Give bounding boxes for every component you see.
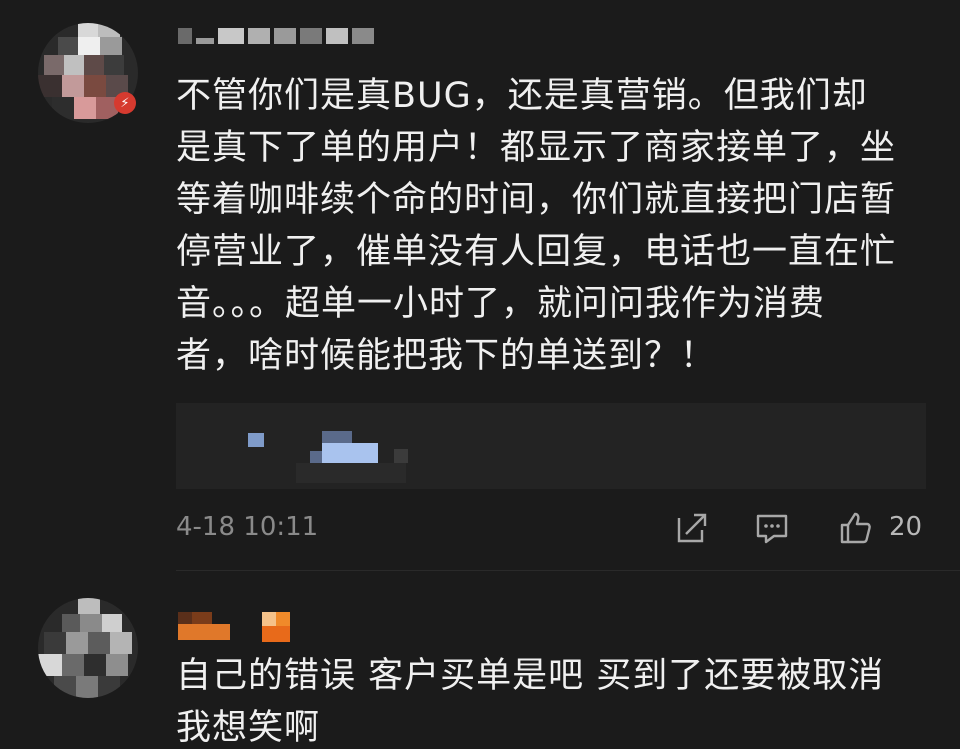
avatar[interactable]	[38, 598, 138, 698]
divider	[176, 570, 960, 571]
username-1[interactable]	[178, 25, 374, 47]
comment-icon[interactable]	[754, 510, 790, 546]
share-icon[interactable]	[674, 510, 710, 546]
like-icon[interactable]	[838, 510, 874, 546]
comment-text-1: 不管你们是真BUG，还是真营销。但我们却 是真下了单的用户！都显示了商家接单了，…	[176, 76, 897, 376]
comment-text-2: 自己的错误 客户买单是吧 买到了还要被取消 我想笑啊	[176, 656, 885, 748]
like-count: 20	[889, 512, 923, 542]
reference-card[interactable]	[176, 403, 926, 489]
comment-meta-1: 4-18 10:11 20	[176, 508, 926, 548]
verified-badge-icon: ⚡	[114, 92, 136, 114]
comment-thread: ⚡ 不管你们是真BUG，还是真营销。但我们却 是真下了单的用户！都显示了商家接单…	[0, 0, 960, 749]
timestamp: 4-18 10:11	[176, 512, 319, 542]
